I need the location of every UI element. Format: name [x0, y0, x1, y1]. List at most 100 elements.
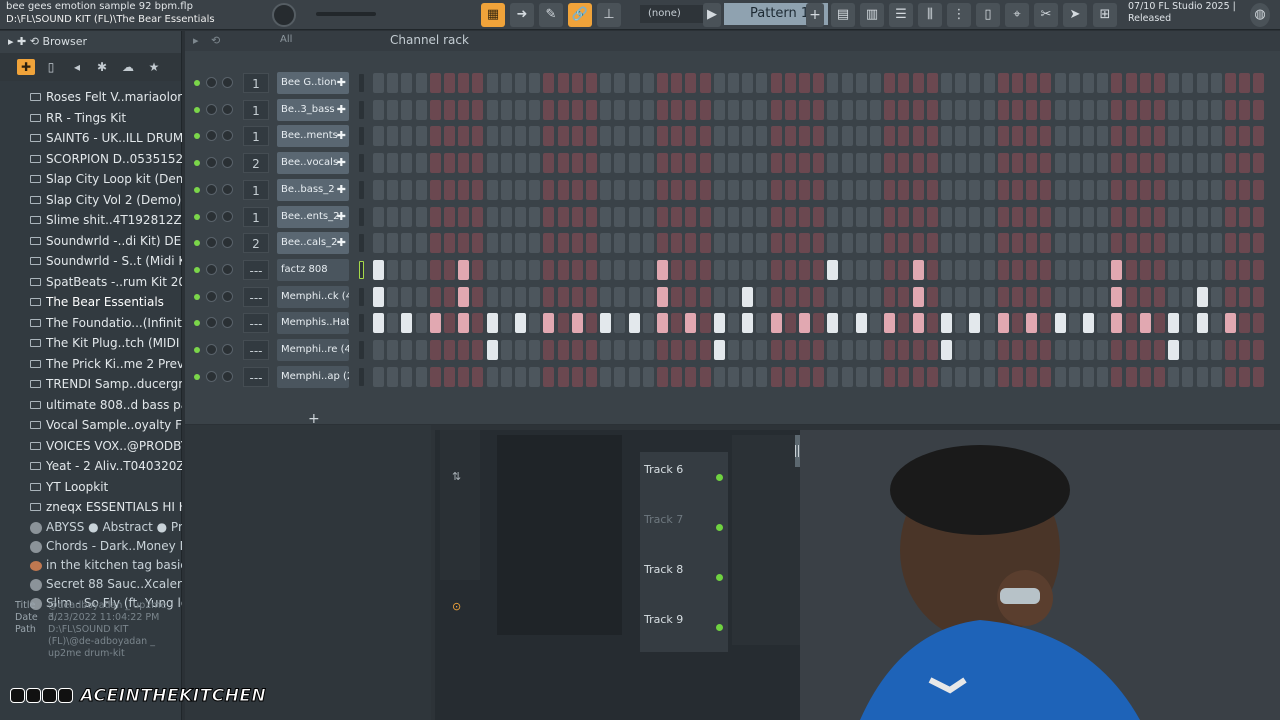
step-off[interactable]: [444, 179, 455, 200]
step-off[interactable]: [955, 153, 967, 174]
step-off[interactable]: [671, 206, 683, 227]
play-pattern-icon[interactable]: ▶: [703, 3, 721, 27]
step-off[interactable]: [415, 259, 427, 280]
channel-mute-led[interactable]: [194, 160, 200, 167]
step-off[interactable]: [1182, 233, 1194, 254]
step-off[interactable]: [756, 313, 768, 334]
step-off[interactable]: [1139, 259, 1151, 280]
step-off[interactable]: [1125, 340, 1137, 360]
step-off[interactable]: [742, 126, 754, 147]
step-off[interactable]: [926, 153, 938, 174]
step-off[interactable]: [500, 313, 512, 334]
step-off[interactable]: [458, 99, 470, 120]
step-off[interactable]: [600, 259, 612, 280]
link-icon[interactable]: 🔗: [568, 3, 592, 27]
step-off[interactable]: [1026, 73, 1038, 93]
step-off[interactable]: [571, 233, 583, 254]
step-off[interactable]: [401, 179, 413, 200]
browser-item[interactable]: Secret 88 Sauc..Xcaler Beats: [0, 575, 182, 594]
step-off[interactable]: [543, 99, 555, 120]
step-off[interactable]: [486, 233, 498, 254]
browser-item[interactable]: zneqx ESSENTIALS HI HAT: [0, 497, 182, 518]
step-off[interactable]: [728, 340, 739, 360]
step-off[interactable]: [1253, 366, 1265, 387]
step-on[interactable]: [429, 313, 441, 334]
step-off[interactable]: [969, 259, 981, 280]
step-off[interactable]: [699, 340, 711, 360]
step-off[interactable]: [600, 366, 612, 387]
step-off[interactable]: [884, 179, 896, 200]
step-off[interactable]: [827, 340, 839, 360]
step-off[interactable]: [926, 259, 938, 280]
step-off[interactable]: [799, 286, 810, 307]
step-off[interactable]: [557, 179, 569, 200]
step-off[interactable]: [1068, 179, 1080, 200]
step-off[interactable]: [1083, 153, 1094, 174]
step-off[interactable]: [1182, 99, 1194, 120]
step-off[interactable]: [415, 313, 427, 334]
step-off[interactable]: [586, 73, 597, 93]
step-off[interactable]: [870, 286, 881, 307]
step-off[interactable]: [1068, 366, 1080, 387]
channel-mute-led[interactable]: [194, 266, 200, 273]
step-off[interactable]: [515, 366, 526, 387]
step-off[interactable]: [1068, 286, 1080, 307]
master-volume-knob[interactable]: [272, 3, 296, 27]
step-off[interactable]: [614, 179, 626, 200]
step-off[interactable]: [898, 313, 910, 334]
step-off[interactable]: [742, 233, 754, 254]
step-off[interactable]: [1239, 126, 1251, 147]
step-off[interactable]: [543, 286, 555, 307]
step-off[interactable]: [1054, 126, 1066, 147]
browser-item[interactable]: Yeat - 2 Aliv..T040320Z-001: [0, 456, 182, 477]
step-off[interactable]: [1068, 340, 1080, 360]
track-mute-led[interactable]: [716, 624, 723, 631]
step-off[interactable]: [1068, 99, 1080, 120]
step-off[interactable]: [429, 366, 441, 387]
step-off[interactable]: [1097, 366, 1109, 387]
step-off[interactable]: [827, 126, 839, 147]
pattern-picker-none[interactable]: (none): [640, 5, 708, 23]
step-on[interactable]: [373, 259, 384, 280]
step-off[interactable]: [657, 153, 668, 174]
step-off[interactable]: [799, 153, 810, 174]
step-off[interactable]: [444, 366, 455, 387]
step-off[interactable]: [841, 286, 853, 307]
step-off[interactable]: [898, 366, 910, 387]
account-icon[interactable]: ◍: [1250, 3, 1270, 27]
step-off[interactable]: [1040, 73, 1052, 93]
step-off[interactable]: [941, 153, 952, 174]
step-off[interactable]: [515, 233, 526, 254]
step-off[interactable]: [1012, 259, 1023, 280]
step-off[interactable]: [969, 153, 981, 174]
step-on[interactable]: [884, 313, 896, 334]
step-off[interactable]: [728, 286, 739, 307]
step-off[interactable]: [600, 179, 612, 200]
step-off[interactable]: [1182, 340, 1194, 360]
step-off[interactable]: [898, 126, 910, 147]
step-off[interactable]: [614, 286, 626, 307]
step-off[interactable]: [742, 206, 754, 227]
step-off[interactable]: [1196, 233, 1208, 254]
step-off[interactable]: [657, 99, 668, 120]
step-off[interactable]: [472, 340, 484, 360]
step-off[interactable]: [387, 366, 399, 387]
step-off[interactable]: [685, 153, 697, 174]
step-off[interactable]: [841, 73, 853, 93]
step-off[interactable]: [912, 99, 924, 120]
step-off[interactable]: [586, 126, 597, 147]
step-off[interactable]: [813, 259, 825, 280]
step-on[interactable]: [1139, 313, 1151, 334]
step-off[interactable]: [1154, 286, 1165, 307]
step-off[interactable]: [813, 179, 825, 200]
step-off[interactable]: [387, 179, 399, 200]
step-off[interactable]: [912, 179, 924, 200]
mixer-track-number[interactable]: 2: [243, 153, 269, 174]
step-off[interactable]: [614, 206, 626, 227]
step-off[interactable]: [983, 206, 995, 227]
browser-item[interactable]: The Foundatio...(Infinite): [0, 313, 182, 334]
step-off[interactable]: [870, 259, 881, 280]
step-off[interactable]: [926, 179, 938, 200]
step-off[interactable]: [1168, 179, 1180, 200]
channel-pan-knob[interactable]: [222, 77, 233, 88]
